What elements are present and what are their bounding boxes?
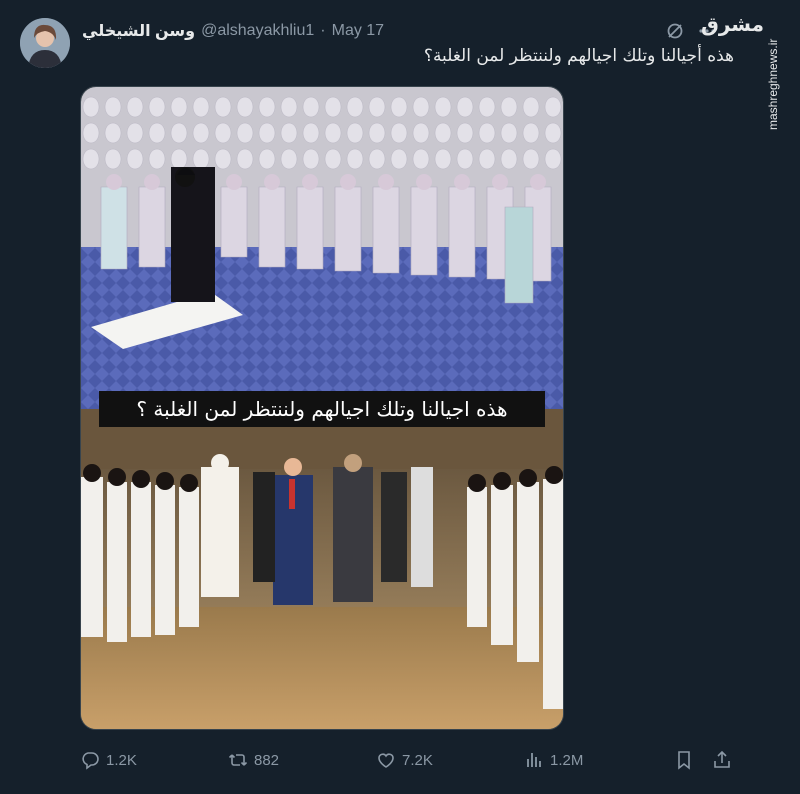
reply-icon <box>82 752 99 770</box>
tweet-header: وسن الشيخلي @alshayakhliu1 · May 17 <box>82 20 384 42</box>
avatar[interactable] <box>20 18 70 68</box>
watermark-site: mashreghnews.ir <box>766 38 780 130</box>
reply-count: 1.2K <box>106 751 137 769</box>
tweet: وسن الشيخلي @alshayakhliu1 · May 17 مشرق… <box>0 0 800 794</box>
heart-icon <box>378 753 394 768</box>
display-name[interactable]: وسن الشيخلي <box>82 21 195 41</box>
bookmark-icon <box>678 751 690 770</box>
reply-button[interactable]: 1.2K <box>80 750 137 770</box>
share-button[interactable] <box>712 750 732 770</box>
media-caption: هذه اجيالنا وتلك اجيالهم ولننتظر لمن الغ… <box>99 391 545 427</box>
like-button[interactable]: 7.2K <box>376 750 433 770</box>
retweet-count: 882 <box>254 751 280 769</box>
separator-dot: · <box>320 22 326 39</box>
view-count: 1.2M <box>550 751 584 769</box>
grok-icon[interactable] <box>664 20 686 42</box>
tweet-text: هذه أجيالنا وتلك اجيالهم ولننتظر لمن الغ… <box>423 46 734 66</box>
views-button[interactable]: 1.2M <box>524 750 583 770</box>
tweet-date[interactable]: May 17 <box>332 22 384 40</box>
tweet-actions: 1.2K 882 7.2K 1.2M <box>80 746 740 774</box>
bookmark-button[interactable] <box>674 750 694 770</box>
retweet-icon <box>228 754 248 766</box>
user-handle[interactable]: @alshayakhliu1 <box>201 22 314 40</box>
like-count: 7.2K <box>402 751 433 769</box>
tweet-media[interactable]: هذه اجيالنا وتلك اجيالهم ولننتظر لمن الغ… <box>80 86 564 730</box>
views-chart-icon <box>527 753 541 767</box>
share-icon <box>714 750 730 768</box>
watermark-logo: مشرق <box>700 12 764 36</box>
retweet-button[interactable]: 882 <box>228 750 279 770</box>
